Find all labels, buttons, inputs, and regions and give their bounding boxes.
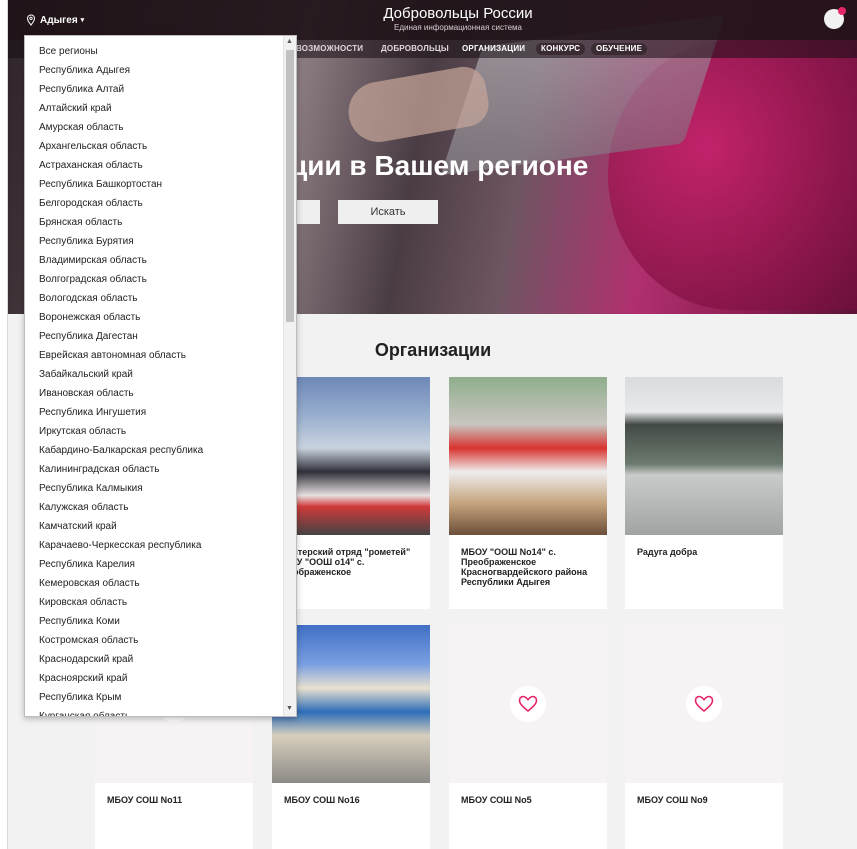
brand[interactable]: Добровольцы России Единая информационная… — [348, 6, 568, 33]
region-option[interactable]: Все регионы — [25, 42, 283, 61]
heart-icon — [694, 695, 714, 713]
region-option[interactable]: Еврейская автономная область — [25, 346, 283, 365]
region-option[interactable]: Республика Коми — [25, 612, 283, 631]
org-name: МБОУ СОШ No11 — [107, 795, 183, 805]
region-option[interactable]: Костромская область — [25, 631, 283, 650]
region-option[interactable]: Красноярский край — [25, 669, 283, 688]
region-option[interactable]: Республика Бурятия — [25, 232, 283, 251]
scroll-thumb[interactable] — [286, 50, 294, 322]
region-option[interactable]: Республика Калмыкия — [25, 479, 283, 498]
region-option[interactable]: Алтайский край — [25, 99, 283, 118]
region-option[interactable]: Курганская область — [25, 707, 283, 716]
org-name: МБОУ СОШ No9 — [637, 795, 708, 805]
region-option[interactable]: Белгородская область — [25, 194, 283, 213]
region-option[interactable]: Республика Карелия — [25, 555, 283, 574]
heart-badge — [510, 686, 546, 722]
region-option[interactable]: Волгоградская область — [25, 270, 283, 289]
org-photo-placeholder — [449, 625, 607, 783]
org-photo — [449, 377, 607, 535]
search-button[interactable]: Искать — [338, 200, 438, 224]
nav-volunteers[interactable]: ДОБРОВОЛЬЦЫ — [381, 43, 449, 55]
chevron-down-icon: ▾ — [80, 17, 85, 24]
region-option[interactable]: Республика Алтай — [25, 80, 283, 99]
org-card[interactable]: МБОУ СОШ No5 — [449, 625, 607, 849]
hero-title: ции в Вашем регионе — [290, 150, 589, 181]
region-option[interactable]: Республика Дагестан — [25, 327, 283, 346]
dropdown-scrollbar[interactable]: ▲ ▼ — [283, 36, 296, 716]
region-selector-label: Адыгея — [40, 14, 78, 26]
region-list: Все регионы Республика Адыгея Республика А… — [25, 42, 283, 716]
org-card[interactable]: МБОУ СОШ No9 — [625, 625, 783, 849]
region-option[interactable]: Краснодарский край — [25, 650, 283, 669]
region-option[interactable]: Республика Крым — [25, 688, 283, 707]
scroll-down-arrow-icon[interactable]: ▼ — [286, 705, 293, 712]
org-name: МБОУ СОШ No5 — [461, 795, 532, 805]
org-name: МБОУ СОШ No16 — [284, 795, 360, 805]
region-option[interactable]: Республика Адыгея — [25, 61, 283, 80]
region-option[interactable]: Архангельская область — [25, 137, 283, 156]
region-option[interactable]: Забайкальский край — [25, 365, 283, 384]
region-selector[interactable]: Адыгея ▾ — [26, 10, 84, 30]
brand-subtitle: Единая информационная система — [394, 23, 522, 32]
header: Адыгея ▾ Добровольцы России Единая инфор… — [8, 0, 857, 40]
region-option[interactable]: Камчатский край — [25, 517, 283, 536]
heart-badge — [686, 686, 722, 722]
scroll-up-arrow-icon[interactable]: ▲ — [286, 38, 293, 45]
region-option[interactable]: Карачаево-Черкесская республика — [25, 536, 283, 555]
org-name: МБОУ "ООШ No14" с. Преображенское Красно… — [461, 547, 588, 587]
org-card[interactable]: Радуга добра — [625, 377, 783, 609]
nav-learning[interactable]: ОБУЧЕНИЕ — [591, 43, 648, 55]
region-option[interactable]: Кабардино-Балкарская республика — [25, 441, 283, 460]
heart-icon — [518, 695, 538, 713]
region-option[interactable]: Амурская область — [25, 118, 283, 137]
org-photo-placeholder — [625, 625, 783, 783]
region-option[interactable]: Вологодская область — [25, 289, 283, 308]
region-option[interactable]: Калужская область — [25, 498, 283, 517]
region-dropdown[interactable]: Все регионы Республика Адыгея Республика А… — [24, 35, 297, 717]
org-card[interactable]: МБОУ "ООШ No14" с. Преображенское Красно… — [449, 377, 607, 609]
region-option[interactable]: Республика Ингушетия — [25, 403, 283, 422]
region-option[interactable]: Республика Башкортостан — [25, 175, 283, 194]
user-avatar-icon[interactable] — [824, 7, 846, 29]
location-pin-icon — [26, 14, 36, 26]
region-option[interactable]: Астраханская область — [25, 156, 283, 175]
nav-organizations[interactable]: ОРГАНИЗАЦИИ — [462, 43, 525, 55]
nav-opportunities[interactable]: ВОЗМОЖНОСТИ — [296, 43, 363, 55]
org-name: Радуга добра — [637, 547, 698, 557]
region-option[interactable]: Владимирская область — [25, 251, 283, 270]
region-option[interactable]: Брянская область — [25, 213, 283, 232]
region-option[interactable]: Калининградская область — [25, 460, 283, 479]
region-option[interactable]: Иркутская область — [25, 422, 283, 441]
region-option[interactable]: Кемеровская область — [25, 574, 283, 593]
org-photo — [625, 377, 783, 535]
brand-title: Добровольцы России — [383, 5, 533, 22]
region-option[interactable]: Ивановская область — [25, 384, 283, 403]
nav-contest[interactable]: КОНКУРС — [536, 43, 586, 55]
region-option[interactable]: Воронежская область — [25, 308, 283, 327]
region-option[interactable]: Кировская область — [25, 593, 283, 612]
